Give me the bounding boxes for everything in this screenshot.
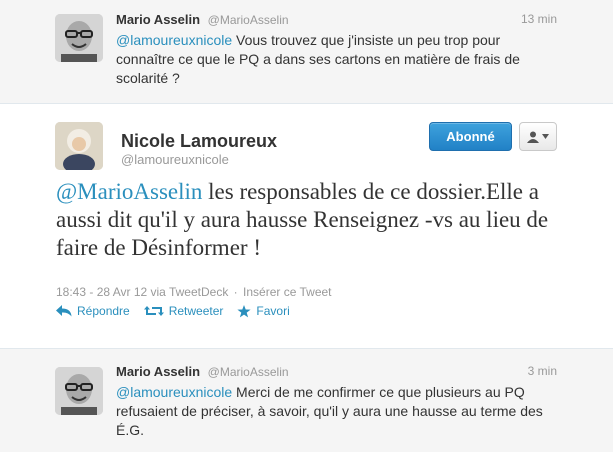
embed-tweet-link[interactable]: Insérer ce Tweet <box>243 285 332 299</box>
author-name[interactable]: Mario Asselin <box>116 364 200 379</box>
reply-tweet-bottom[interactable]: Mario Asselin @MarioAsselin 3 min @lamou… <box>0 348 613 452</box>
follow-button-label: Abonné <box>446 129 495 144</box>
author-handle[interactable]: @MarioAsselin <box>208 365 289 379</box>
caret-down-icon <box>542 134 549 139</box>
tweet-header: Mario Asselin @MarioAsselin 13 min <box>116 12 557 28</box>
reply-label: Répondre <box>77 304 130 318</box>
author-handle[interactable]: @lamoureuxnicole <box>121 152 229 167</box>
tweet-text: @MarioAsselin les responsables de ce dos… <box>56 178 556 262</box>
tweet-time[interactable]: 3 min <box>528 364 557 378</box>
author-name[interactable]: Mario Asselin <box>116 12 200 27</box>
tweet-text: @lamoureuxnicole Vous trouvez que j'insi… <box>116 31 558 88</box>
tweet-time[interactable]: 13 min <box>521 12 557 26</box>
tweet-actions: Répondre Retweeter Favori <box>56 304 304 318</box>
reply-icon <box>56 305 72 317</box>
favorite-label: Favori <box>256 304 290 318</box>
retweet-icon <box>143 306 164 316</box>
mario-asselin-avatar[interactable] <box>55 14 103 62</box>
reply-button[interactable]: Répondre <box>56 304 130 318</box>
nicole-lamoureux-avatar[interactable] <box>55 122 103 170</box>
author-name[interactable]: Nicole Lamoureux <box>121 131 277 152</box>
user-actions-dropdown[interactable] <box>519 122 557 151</box>
meta-separator: · <box>233 285 238 299</box>
star-icon <box>237 304 252 317</box>
mario-asselin-avatar[interactable] <box>55 367 103 415</box>
tweet-meta: 18:43 - 28 Avr 12 via TweetDeck · Insére… <box>56 285 334 299</box>
tweet-header: Mario Asselin @MarioAsselin 3 min <box>116 364 557 380</box>
favorite-button[interactable]: Favori <box>237 304 290 318</box>
author-handle[interactable]: @MarioAsselin <box>208 13 289 27</box>
retweet-button[interactable]: Retweeter <box>143 304 224 318</box>
reply-tweet-top[interactable]: Mario Asselin @MarioAsselin 13 min @lamo… <box>0 0 613 104</box>
mention-link[interactable]: @MarioAsselin <box>56 179 202 204</box>
mention-link[interactable]: @lamoureuxnicole <box>116 384 232 400</box>
main-tweet: Nicole Lamoureux @lamoureuxnicole Abonné… <box>0 105 613 348</box>
retweet-label: Retweeter <box>168 304 224 318</box>
tweet-text: @lamoureuxnicole Merci de me confirmer c… <box>116 383 558 440</box>
follow-button[interactable]: Abonné <box>429 122 512 151</box>
mention-link[interactable]: @lamoureuxnicole <box>116 32 232 48</box>
timestamp[interactable]: 18:43 - 28 Avr 12 via TweetDeck <box>56 285 228 299</box>
user-icon <box>527 131 539 143</box>
